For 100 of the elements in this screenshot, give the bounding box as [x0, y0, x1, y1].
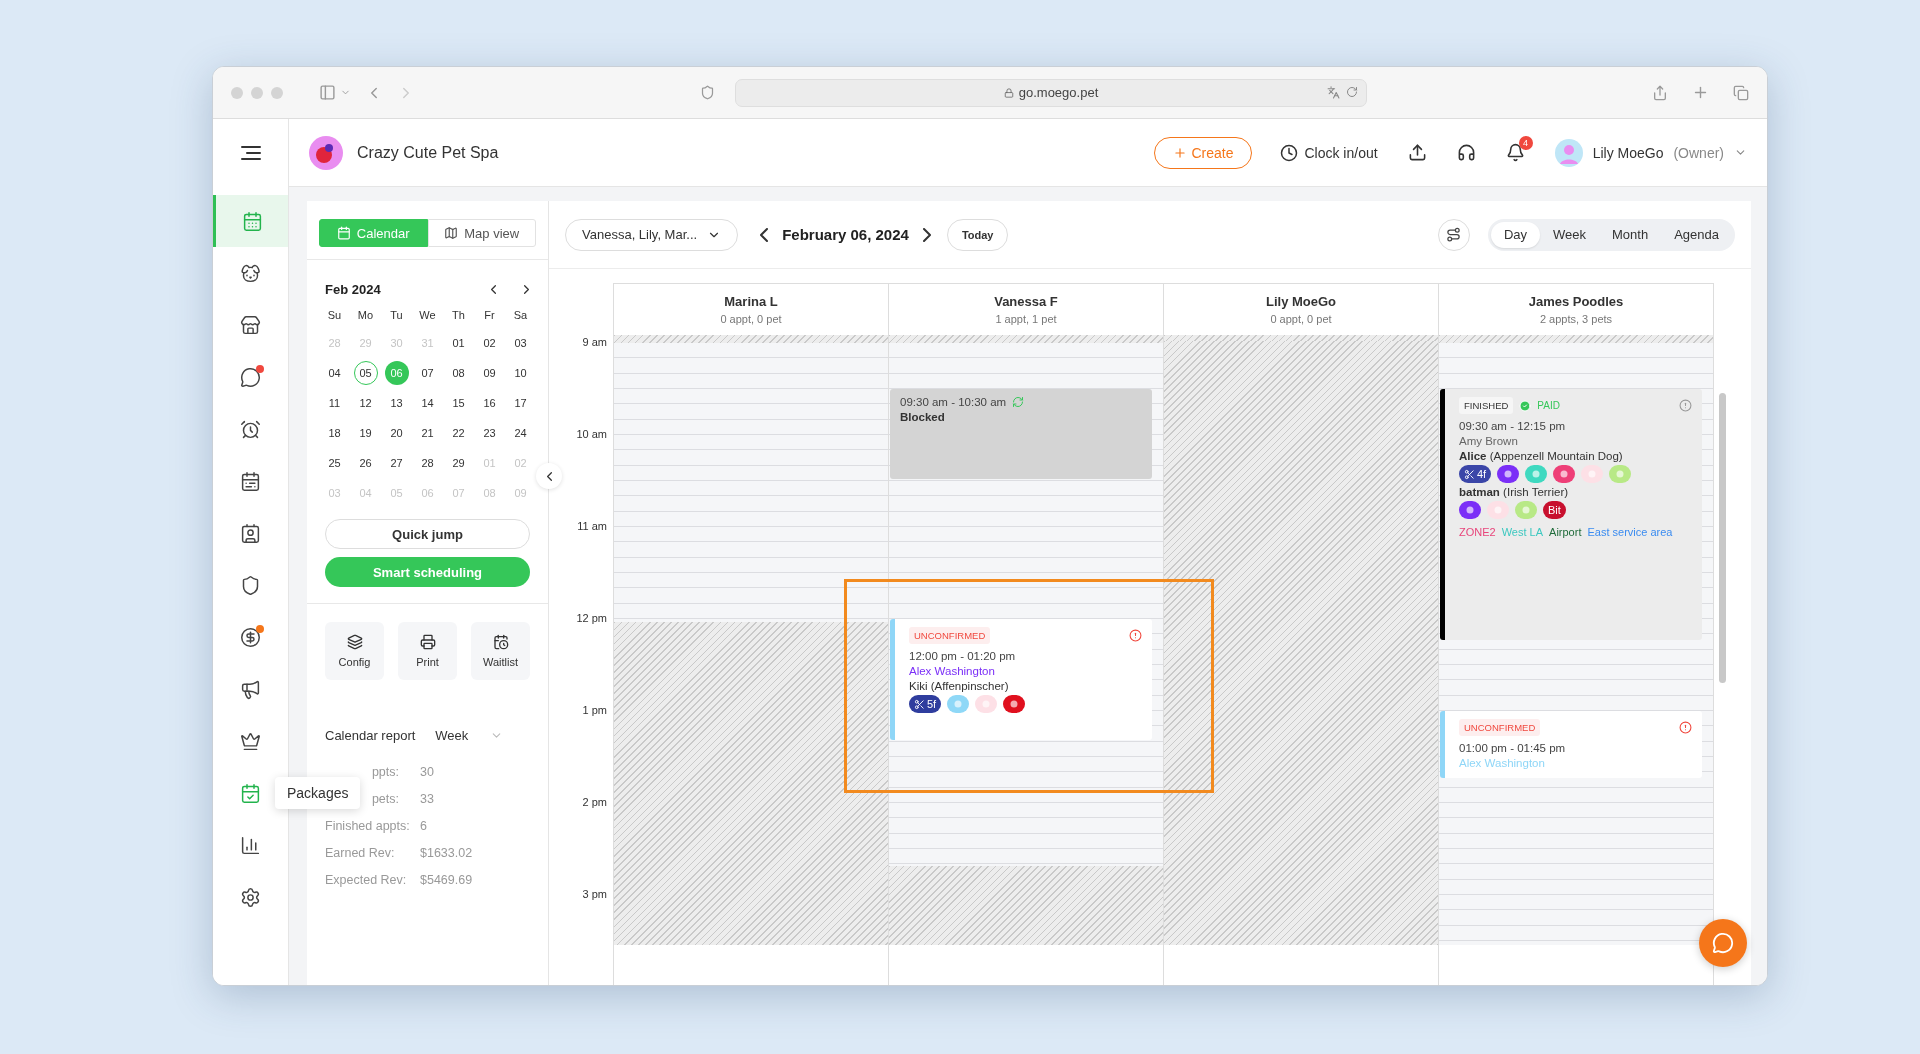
status-tag: UNCONFIRMED	[909, 627, 991, 644]
calendar-day[interactable]: 22	[446, 421, 471, 445]
previous-day-button[interactable]	[760, 227, 769, 242]
staff-select[interactable]: Vanessa, Lily, Mar...	[565, 218, 739, 251]
calendar-day[interactable]: 08	[446, 361, 471, 385]
tabs-icon[interactable]	[1733, 84, 1749, 101]
route-button[interactable]	[1437, 218, 1470, 251]
day-column[interactable]: FINISHED PAID 09:30 am - 12:15 pm Amy Brown Alice (Appenzell Mountain Dog) 4f batman (Irish Terrier) Bit ZONE2 West LA Airport East service area UNCONFIRMED 01:00 pm - 01:45 pm Alex Washington	[1439, 335, 1713, 945]
user-name[interactable]: Lily MoeGo	[1592, 144, 1664, 161]
calendar-day[interactable]: 04	[322, 361, 347, 385]
stat-label: Earned Rev:	[325, 845, 396, 862]
calendar-day[interactable]: 10	[508, 361, 533, 385]
clock-in-out-button[interactable]: Clock in/out	[1280, 143, 1378, 162]
calendar-day[interactable]: 16	[477, 391, 502, 415]
minimize-window-dot[interactable]	[251, 86, 263, 99]
calendar-day[interactable]: 11	[322, 391, 347, 415]
tool-button[interactable]: Config	[325, 622, 384, 680]
shield-icon[interactable]	[700, 85, 715, 100]
bar-chart-icon	[240, 834, 261, 856]
client-name[interactable]: Amy Brown	[1459, 435, 1692, 447]
translate-icon[interactable]	[1327, 86, 1340, 99]
hour-label: 1 pm	[581, 704, 608, 718]
zone-tag: ZONE2	[1459, 526, 1496, 538]
weekday-label: Tu	[389, 308, 404, 323]
avatar-icon[interactable]	[1554, 138, 1583, 167]
sidebar-toggle-icon[interactable]	[319, 84, 336, 101]
staff-summary: 1 appt, 1 pet	[995, 313, 1057, 325]
calendar-day[interactable]: 19	[353, 421, 378, 445]
calendar-day[interactable]: 27	[384, 451, 409, 475]
calendar-day[interactable]: 29	[446, 451, 471, 475]
alert-icon[interactable]	[1679, 721, 1692, 734]
collapse-panel-button[interactable]	[536, 463, 562, 489]
share-icon[interactable]	[1652, 84, 1668, 101]
staff-summary: 0 appt, 0 pet	[720, 313, 782, 325]
view-tab[interactable]: Week	[1540, 221, 1600, 248]
close-window-dot[interactable]	[231, 86, 243, 99]
alert-icon[interactable]	[1129, 629, 1142, 642]
weekday-label: Su	[326, 308, 343, 323]
scrollbar[interactable]	[1719, 393, 1726, 683]
hour-label: 3 pm	[581, 888, 608, 902]
current-date: February 06, 2024	[782, 226, 909, 243]
calendar-day[interactable]: 12	[353, 391, 378, 415]
weekday-label: Mo	[356, 308, 375, 323]
new-tab-icon[interactable]	[1692, 84, 1709, 101]
period-select[interactable]: Week	[435, 728, 504, 743]
calendar-day[interactable]: 28	[415, 451, 440, 475]
calendar-day[interactable]: 13	[384, 391, 409, 415]
maximize-window-dot[interactable]	[271, 86, 283, 99]
calendar-clock-icon	[492, 634, 509, 650]
today-button[interactable]: Today	[946, 218, 1009, 251]
quick-jump-button[interactable]: Quick jump	[325, 519, 530, 549]
day-column[interactable]: 09:30 am - 10:30 am Blocked UNCONFIRMED 12:00 pm - 01:20 pm Alex Washington Kiki (Affenpinscher) 5f	[889, 335, 1163, 945]
calendar-day[interactable]: 24	[508, 421, 533, 445]
calendar-day[interactable]: 07	[415, 361, 440, 385]
pet-name: Kiki (Affenpinscher)	[909, 680, 1010, 692]
printer-icon	[419, 634, 436, 650]
calendar-day[interactable]: 15	[446, 391, 471, 415]
client-name[interactable]: Alex Washington	[909, 665, 1142, 677]
calendar-day[interactable]: 17	[508, 391, 533, 415]
stat-value: 33	[420, 791, 435, 808]
next-day-button[interactable]	[922, 227, 931, 242]
bell-icon[interactable]	[1505, 143, 1525, 162]
calendar-day[interactable]: 02	[477, 331, 502, 355]
hour-label: 11 am	[576, 520, 608, 534]
dollar-icon	[240, 626, 261, 648]
lock-icon	[1003, 87, 1014, 98]
calendar-day[interactable]: 25	[322, 451, 347, 475]
appointment-card[interactable]: UNCONFIRMED 01:00 pm - 01:45 pm Alex Washington	[1440, 711, 1702, 778]
tool-button[interactable]: Print	[398, 622, 457, 680]
blocked-time-card[interactable]: 09:30 am - 10:30 am Blocked	[890, 389, 1152, 479]
status-tag: UNCONFIRMED	[1459, 719, 1541, 736]
crown-icon	[240, 730, 261, 752]
alert-icon[interactable]	[1679, 399, 1692, 412]
clock-icon	[1280, 143, 1299, 162]
view-tab[interactable]: Month	[1599, 221, 1662, 248]
headset-icon[interactable]	[1456, 143, 1476, 162]
calendar-day[interactable]: 03	[508, 331, 533, 355]
appointment-card[interactable]: FINISHED PAID 09:30 am - 12:15 pm Amy Brown Alice (Appenzell Mountain Dog) 4f batman (Irish Terrier) Bit ZONE2 West LA Airport East service area	[1440, 389, 1702, 640]
calendar-day[interactable]: 18	[322, 421, 347, 445]
calendar-day[interactable]: 09	[477, 361, 502, 385]
day-column[interactable]	[614, 335, 888, 945]
upload-icon[interactable]	[1407, 143, 1427, 162]
calendar-icon	[336, 226, 351, 240]
reload-icon[interactable]	[1346, 86, 1358, 98]
tool-button[interactable]: Waitlist	[471, 622, 530, 680]
view-tab[interactable]: Day	[1490, 221, 1541, 248]
calendar-day[interactable]: 20	[384, 421, 409, 445]
report-title: Calendar report	[325, 728, 416, 743]
calendar-day[interactable]: 23	[477, 421, 502, 445]
view-tab[interactable]: Map view	[427, 219, 536, 247]
stat-label: ppts:	[370, 764, 399, 781]
calendar-day[interactable]: 01	[446, 331, 471, 355]
appointment-card[interactable]: UNCONFIRMED 12:00 pm - 01:20 pm Alex Washington Kiki (Affenpinscher) 5f	[890, 619, 1152, 740]
menu-icon[interactable]	[240, 146, 261, 160]
calendar-day[interactable]: 21	[415, 421, 440, 445]
calendar-day[interactable]: 14	[415, 391, 440, 415]
shield-icon	[240, 574, 261, 596]
view-tab[interactable]: Agenda	[1661, 221, 1732, 248]
calendar-day[interactable]: 26	[353, 451, 378, 475]
address-bar[interactable]: go.moego.pet	[735, 78, 1367, 107]
